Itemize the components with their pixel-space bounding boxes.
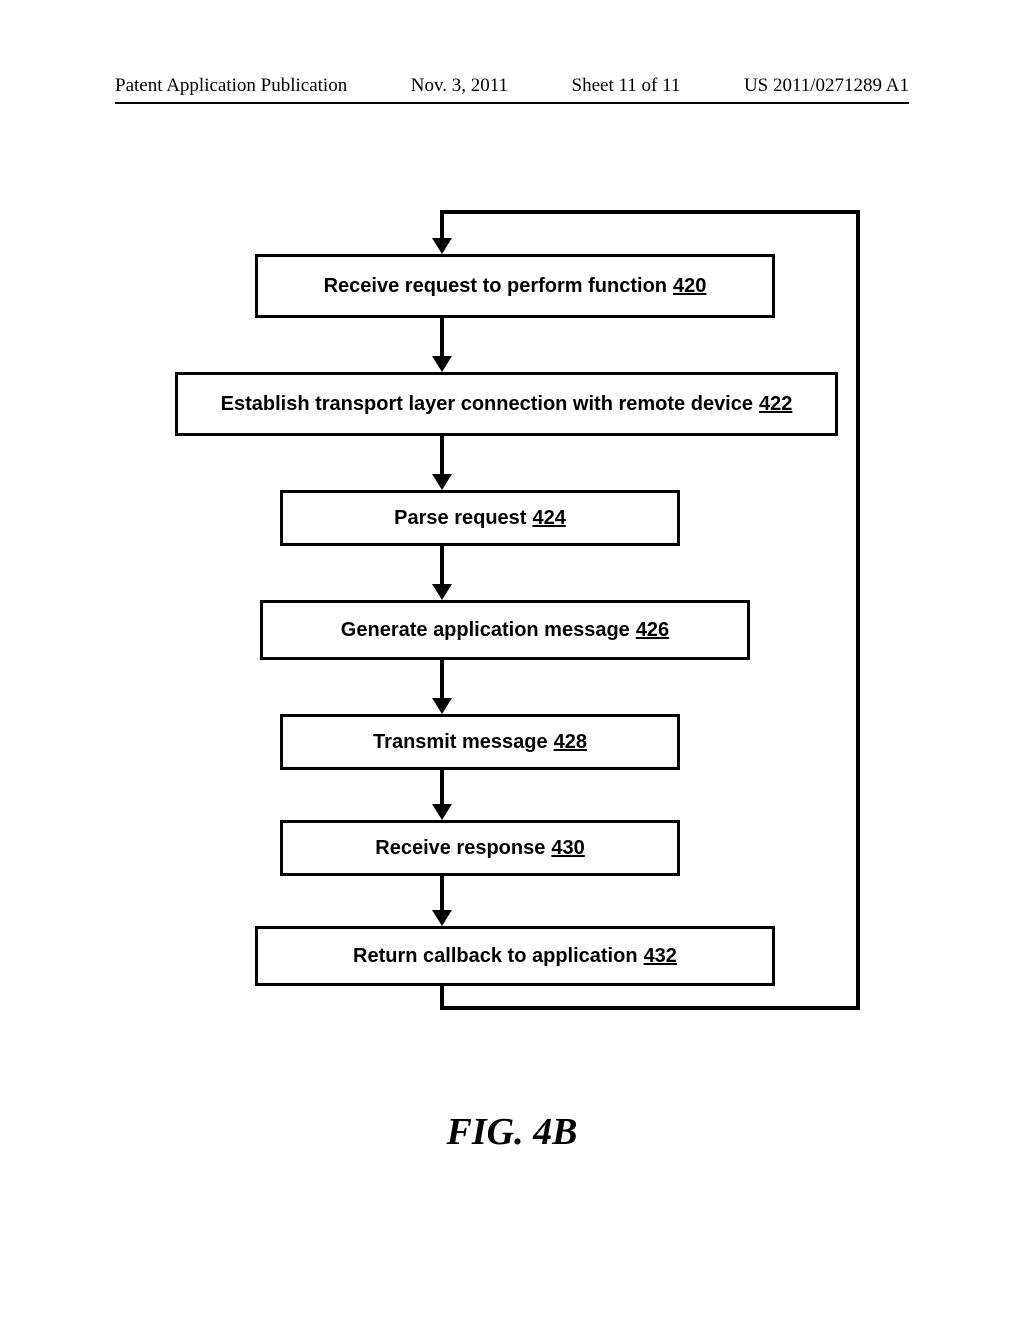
page-header: Patent Application Publication Nov. 3, 2…	[115, 75, 909, 102]
step-label: Receive response	[375, 837, 545, 860]
step-establish-transport: Establish transport layer connection wit…	[175, 372, 838, 436]
step-receive-response: Receive response 430	[280, 820, 680, 876]
arrow-5-6-stem	[440, 770, 444, 806]
arrow-2-3-head	[432, 474, 452, 490]
arrow-1-2-head	[432, 356, 452, 372]
step-ref: 424	[532, 507, 565, 530]
publication-date: Nov. 3, 2011	[411, 75, 508, 97]
step-label: Generate application message	[341, 619, 630, 642]
arrow-4-5-head	[432, 698, 452, 714]
arrow-1-2-stem	[440, 318, 444, 358]
step-parse-request: Parse request 424	[280, 490, 680, 546]
step-ref: 420	[673, 275, 706, 298]
step-ref: 430	[551, 837, 584, 860]
sheet-number: Sheet 11 of 11	[572, 75, 681, 97]
publication-label: Patent Application Publication	[115, 75, 347, 97]
loopback-entry-arrowhead	[432, 238, 452, 254]
step-label: Establish transport layer connection wit…	[221, 393, 753, 416]
step-label: Return callback to application	[353, 945, 638, 968]
arrow-2-3-stem	[440, 436, 444, 476]
loopback-right-segment	[856, 210, 860, 1010]
loopback-bottom-segment	[440, 1006, 860, 1010]
step-transmit-message: Transmit message 428	[280, 714, 680, 770]
publication-number: US 2011/0271289 A1	[744, 75, 909, 97]
loopback-exit-stem	[440, 986, 444, 1010]
step-ref: 426	[636, 619, 669, 642]
step-receive-request: Receive request to perform function 420	[255, 254, 775, 318]
step-generate-message: Generate application message 426	[260, 600, 750, 660]
step-label: Parse request	[394, 507, 526, 530]
step-label: Transmit message	[373, 731, 548, 754]
arrow-4-5-stem	[440, 660, 444, 700]
step-ref: 428	[554, 731, 587, 754]
arrow-3-4-stem	[440, 546, 444, 586]
arrow-3-4-head	[432, 584, 452, 600]
arrow-6-7-stem	[440, 876, 444, 912]
arrow-5-6-head	[432, 804, 452, 820]
header-rule	[115, 102, 909, 104]
step-return-callback: Return callback to application 432	[255, 926, 775, 986]
arrow-6-7-head	[432, 910, 452, 926]
step-label: Receive request to perform function	[324, 275, 667, 298]
loopback-entry-stem	[440, 210, 444, 240]
step-ref: 432	[644, 945, 677, 968]
figure-label: FIG. 4B	[447, 1110, 578, 1154]
step-ref: 422	[759, 393, 792, 416]
loopback-top-segment	[440, 210, 860, 214]
